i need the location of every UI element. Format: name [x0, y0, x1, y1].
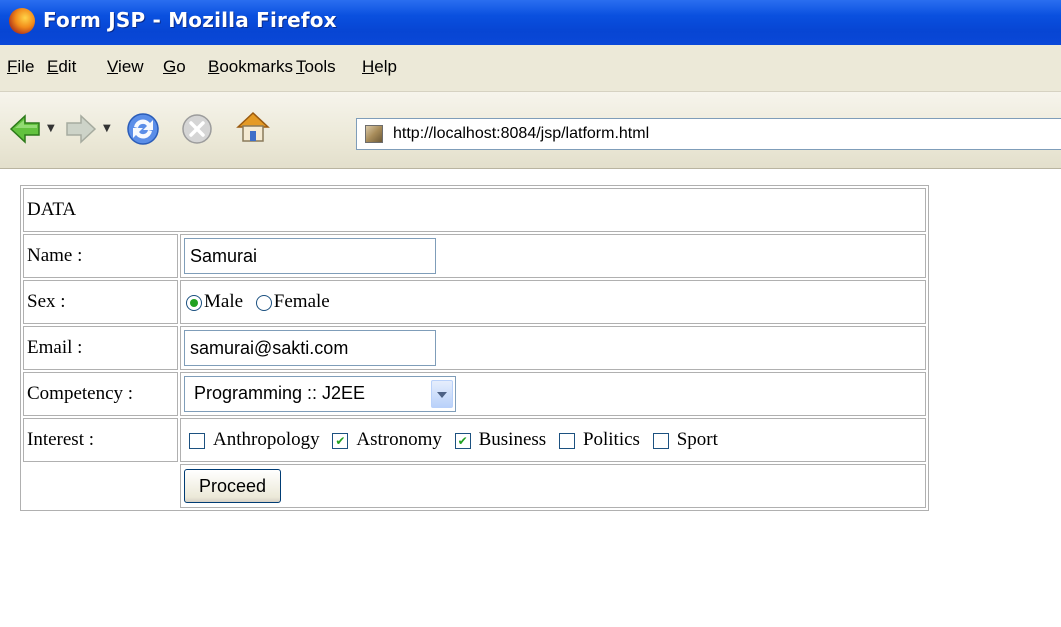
interest-anthropology-checkbox[interactable] [189, 432, 205, 449]
form-header: DATA [23, 188, 926, 232]
table-row: Competency : Programming :: J2EE [23, 372, 926, 416]
table-row: Name : [23, 234, 926, 278]
back-dropdown-icon[interactable]: ▼ [47, 123, 55, 134]
interest-sport-checkbox[interactable] [652, 432, 669, 449]
interest-business-label: Business [478, 429, 547, 450]
interest-politics-checkbox[interactable] [558, 432, 575, 449]
table-row: Sex : Male Female [23, 280, 926, 324]
chevron-down-icon[interactable] [431, 380, 453, 408]
sex-label: Sex : [23, 280, 178, 324]
menu-view[interactable]: View [107, 57, 144, 77]
name-label: Name : [23, 234, 178, 278]
email-label: Email : [23, 326, 178, 370]
menu-help[interactable]: Help [362, 57, 397, 77]
table-row: DATA [23, 188, 926, 232]
name-field[interactable] [184, 238, 436, 274]
email-cell [180, 326, 926, 370]
email-field[interactable] [184, 330, 436, 366]
proceed-button[interactable]: Proceed [184, 469, 282, 503]
interest-politics-label: Politics [582, 429, 640, 450]
competency-select[interactable]: Programming :: J2EE [184, 376, 456, 412]
sex-male-label: Male [204, 291, 244, 312]
sex-female-label: Female [273, 291, 330, 312]
title-bar[interactable]: Form JSP - Mozilla Firefox [0, 0, 1061, 45]
interest-astronomy-checkbox[interactable]: ✔ [332, 432, 349, 449]
home-icon[interactable] [234, 108, 272, 146]
page-content: DATA Name : Sex : Male Female Email : [0, 169, 1061, 627]
competency-label: Competency : [23, 372, 178, 416]
sex-cell: Male Female [180, 280, 926, 324]
submit-cell: Proceed [180, 464, 926, 508]
back-arrow-icon[interactable] [8, 112, 42, 146]
address-bar[interactable]: http://localhost:8084/jsp/latform.html [356, 118, 1061, 150]
empty-cell [23, 464, 178, 508]
menu-edit[interactable]: Edit [47, 57, 76, 77]
data-form-table: DATA Name : Sex : Male Female Email : [20, 185, 929, 511]
table-row: Proceed [23, 464, 926, 508]
forward-dropdown-icon[interactable]: ▼ [103, 123, 111, 134]
table-row: Interest : Anthropology ✔ Astronomy ✔ Busi… [23, 418, 926, 462]
stop-icon[interactable] [180, 112, 214, 146]
sex-female-radio[interactable] [255, 294, 272, 311]
interest-anthropology-label: Anthropology [213, 429, 320, 450]
navigation-toolbar: ▼ ▼ http://localhost:8084/jsp/latform.ht… [0, 92, 1061, 169]
interest-cell: Anthropology ✔ Astronomy ✔ Business Politi… [180, 418, 926, 462]
competency-cell: Programming :: J2EE [180, 372, 926, 416]
interest-business-checkbox[interactable]: ✔ [454, 432, 471, 449]
page-favicon-icon [365, 125, 383, 143]
menu-bookmarks[interactable]: Bookmarks [208, 57, 293, 77]
name-cell [180, 234, 926, 278]
window-title: Form JSP - Mozilla Firefox [43, 8, 337, 32]
firefox-logo-icon [9, 8, 35, 34]
table-row: Email : [23, 326, 926, 370]
sex-male-radio[interactable] [186, 294, 202, 311]
menu-go[interactable]: Go [163, 57, 186, 77]
interest-astronomy-label: Astronomy [356, 429, 442, 450]
address-bar-url[interactable]: http://localhost:8084/jsp/latform.html [393, 125, 649, 143]
competency-selected-value: Programming :: J2EE [194, 383, 366, 403]
interest-label: Interest : [23, 418, 178, 462]
menu-bar: File Edit View Go Bookmarks Tools Help [0, 45, 1061, 92]
browser-window: Form JSP - Mozilla Firefox File Edit Vie… [0, 0, 1061, 627]
menu-tools[interactable]: Tools [296, 57, 336, 77]
reload-icon[interactable] [124, 110, 162, 148]
menu-file[interactable]: File [7, 57, 34, 77]
interest-sport-label: Sport [676, 429, 718, 450]
forward-arrow-icon[interactable] [64, 112, 98, 146]
